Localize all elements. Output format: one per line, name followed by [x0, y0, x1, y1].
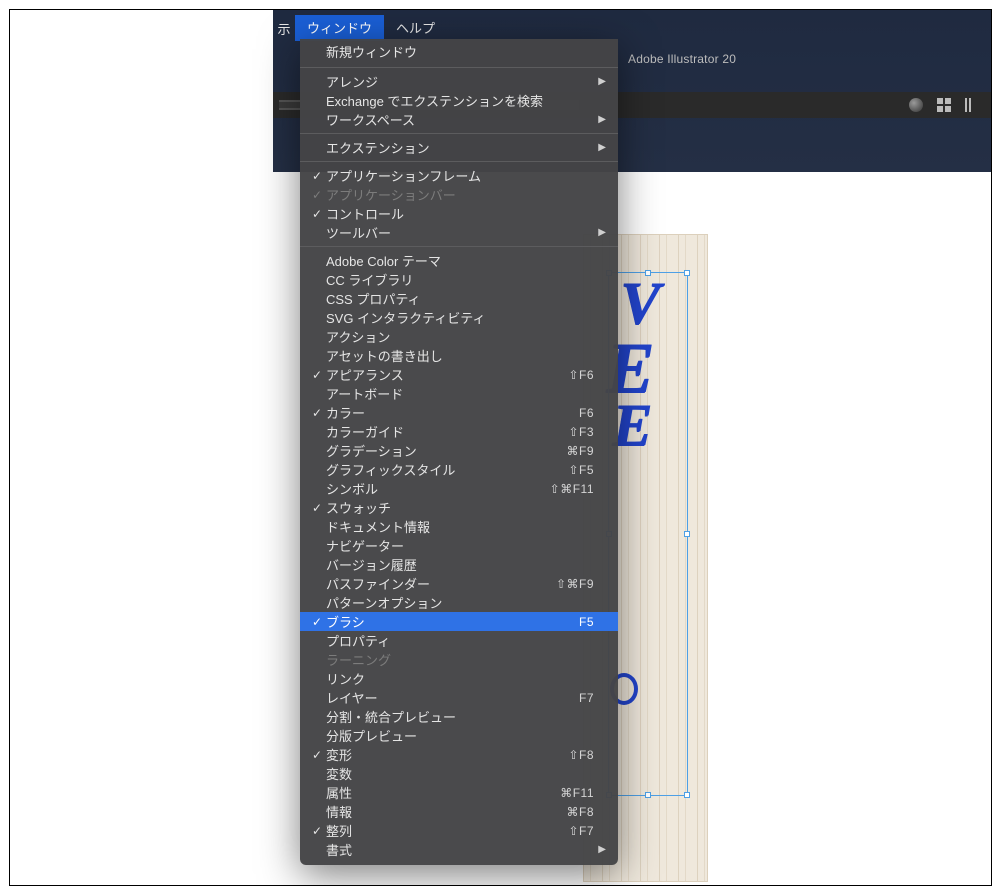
- menubar: 示 ウィンドウ ヘルプ: [273, 17, 447, 39]
- toolbar-icons: [909, 92, 971, 118]
- mi-toolbar[interactable]: ツールバー▶: [300, 223, 618, 242]
- check-icon: ✓: [308, 188, 326, 202]
- mi-link[interactable]: リンク: [300, 669, 618, 688]
- mi-control[interactable]: ✓コントロール: [300, 204, 618, 223]
- mi-brush[interactable]: ✓ブラシF5: [300, 612, 618, 631]
- mi-variable[interactable]: 変数: [300, 764, 618, 783]
- mi-asset-export[interactable]: アセットの書き出し: [300, 346, 618, 365]
- handle-tr[interactable]: [684, 270, 690, 276]
- mi-type[interactable]: 書式▶: [300, 840, 618, 859]
- menubar-stub[interactable]: 示: [273, 19, 295, 38]
- mi-new-window[interactable]: 新規ウィンドウ: [300, 39, 618, 63]
- chevron-right-icon: ▶: [594, 142, 606, 153]
- window-menu-dropdown: 新規ウィンドウ アレンジ▶ Exchange でエクステンションを検索... ワ…: [300, 39, 618, 865]
- mi-info[interactable]: 情報⌘F8: [300, 802, 618, 821]
- selection-box[interactable]: [608, 272, 688, 796]
- check-icon: ✓: [308, 368, 326, 382]
- separator: [300, 133, 618, 134]
- mi-gradient[interactable]: グラデーション⌘F9: [300, 441, 618, 460]
- chevron-right-icon: ▶: [594, 844, 606, 855]
- chevron-right-icon: ▶: [594, 114, 606, 125]
- mi-flatten-prev[interactable]: 分割・統合プレビュー: [300, 707, 618, 726]
- menu-help[interactable]: ヘルプ: [384, 15, 447, 41]
- mi-pathfinder[interactable]: パスファインダー⇧⌘F9: [300, 574, 618, 593]
- mi-sep-prev[interactable]: 分版プレビュー: [300, 726, 618, 745]
- check-icon: ✓: [308, 207, 326, 221]
- more-icon[interactable]: [965, 98, 971, 112]
- check-icon: ✓: [308, 406, 326, 420]
- mi-swatch[interactable]: ✓スウォッチ: [300, 498, 618, 517]
- check-icon: ✓: [308, 615, 326, 629]
- mi-css-prop[interactable]: CSS プロパティ: [300, 289, 618, 308]
- mi-color[interactable]: ✓カラーF6: [300, 403, 618, 422]
- check-icon: ✓: [308, 169, 326, 183]
- mi-learning: ラーニング: [300, 650, 618, 669]
- align-grid-icon[interactable]: [937, 98, 951, 112]
- mi-app-bar: ✓アプリケーションバー: [300, 185, 618, 204]
- mi-attribute[interactable]: 属性⌘F11: [300, 783, 618, 802]
- chevron-right-icon: ▶: [594, 76, 606, 87]
- mi-symbol[interactable]: シンボル⇧⌘F11: [300, 479, 618, 498]
- appearance-dot-icon[interactable]: [909, 98, 923, 112]
- app-title-fragment: Adobe Illustrator 20: [628, 52, 736, 66]
- mi-pattern-opt[interactable]: パターンオプション: [300, 593, 618, 612]
- separator: [300, 67, 618, 68]
- mi-appearance[interactable]: ✓アピアランス⇧F6: [300, 365, 618, 384]
- mi-color-guide[interactable]: カラーガイド⇧F3: [300, 422, 618, 441]
- mi-cc-lib[interactable]: CC ライブラリ: [300, 270, 618, 289]
- mi-action[interactable]: アクション: [300, 327, 618, 346]
- mi-exchange[interactable]: Exchange でエクステンションを検索...: [300, 91, 618, 110]
- handle-mr[interactable]: [684, 531, 690, 537]
- app-frame: 示 ウィンドウ ヘルプ Adobe Illustrator 20 V E E 新…: [9, 9, 992, 886]
- menu-window[interactable]: ウィンドウ: [295, 15, 384, 41]
- mi-align[interactable]: ✓整列⇧F7: [300, 821, 618, 840]
- separator: [300, 246, 618, 247]
- mi-artboard[interactable]: アートボード: [300, 384, 618, 403]
- chevron-right-icon: ▶: [594, 227, 606, 238]
- mi-svg-inter[interactable]: SVG インタラクティビティ: [300, 308, 618, 327]
- handle-bm[interactable]: [645, 792, 651, 798]
- mi-workspace[interactable]: ワークスペース▶: [300, 110, 618, 129]
- check-icon: ✓: [308, 824, 326, 838]
- mi-app-frame[interactable]: ✓アプリケーションフレーム: [300, 166, 618, 185]
- separator: [300, 161, 618, 162]
- mi-transform[interactable]: ✓変形⇧F8: [300, 745, 618, 764]
- mi-doc-info[interactable]: ドキュメント情報: [300, 517, 618, 536]
- handle-br[interactable]: [684, 792, 690, 798]
- mi-graphic-style[interactable]: グラフィックスタイル⇧F5: [300, 460, 618, 479]
- mi-property[interactable]: プロパティ: [300, 631, 618, 650]
- mi-layer[interactable]: レイヤーF7: [300, 688, 618, 707]
- mi-version-hist[interactable]: バージョン履歴: [300, 555, 618, 574]
- mi-adobe-color[interactable]: Adobe Color テーマ: [300, 251, 618, 270]
- mi-arrange[interactable]: アレンジ▶: [300, 72, 618, 91]
- mi-extension[interactable]: エクステンション▶: [300, 138, 618, 157]
- handle-tm[interactable]: [645, 270, 651, 276]
- check-icon: ✓: [308, 748, 326, 762]
- mi-navigator[interactable]: ナビゲーター: [300, 536, 618, 555]
- check-icon: ✓: [308, 501, 326, 515]
